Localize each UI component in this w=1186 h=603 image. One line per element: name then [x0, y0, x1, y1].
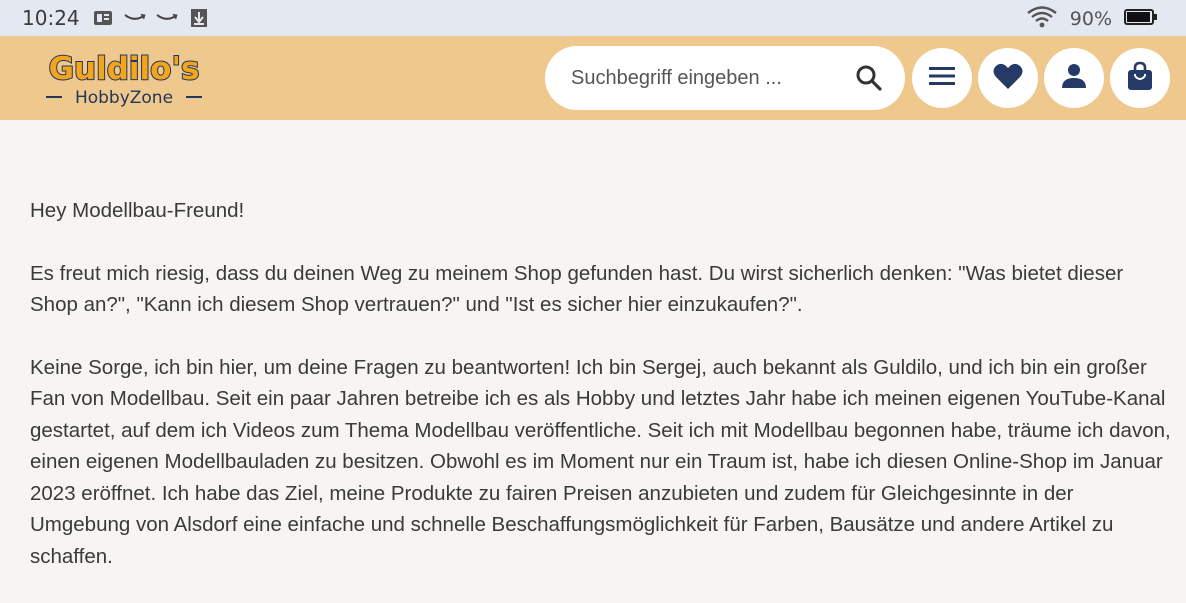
news-icon	[92, 8, 114, 28]
amazon-icon	[124, 8, 146, 28]
paragraph-about: Keine Sorge, ich bin hier, um deine Frag…	[30, 355, 1171, 568]
menu-icon	[928, 65, 956, 91]
paragraph-intro: Es freut mich riesig, dass du deinen Weg…	[30, 261, 1124, 317]
status-bar: 10:24 90%	[0, 0, 1186, 36]
search-input[interactable]	[569, 60, 833, 96]
site-logo[interactable]: Guldilo's HobbyZone	[36, 46, 216, 112]
battery-icon	[1124, 9, 1158, 29]
heart-icon	[993, 62, 1023, 94]
search-bar	[545, 46, 905, 110]
logo-title: Guldilo's	[49, 51, 200, 87]
user-icon	[1061, 63, 1087, 93]
about-text: Hey Modellbau-Freund! Es freut mich ries…	[30, 195, 1175, 603]
amazon-icon	[156, 8, 178, 28]
notification-icons	[92, 8, 210, 28]
wifi-icon	[1026, 6, 1058, 32]
battery-percent: 90%	[1069, 8, 1112, 30]
menu-button[interactable]	[912, 48, 972, 108]
download-icon	[188, 8, 210, 28]
site-header: Guldilo's HobbyZone	[0, 36, 1186, 120]
status-right: 90%	[1026, 6, 1158, 32]
logo-graphic: Guldilo's HobbyZone	[46, 50, 202, 108]
greeting: Hey Modellbau-Freund!	[30, 199, 245, 222]
status-time: 10:24	[22, 6, 80, 30]
logo-subtitle: HobbyZone	[75, 88, 173, 108]
cart-button[interactable]	[1110, 48, 1170, 108]
account-button[interactable]	[1044, 48, 1104, 108]
shopping-bag-icon	[1127, 61, 1153, 95]
search-icon[interactable]	[855, 64, 883, 92]
wishlist-button[interactable]	[978, 48, 1038, 108]
